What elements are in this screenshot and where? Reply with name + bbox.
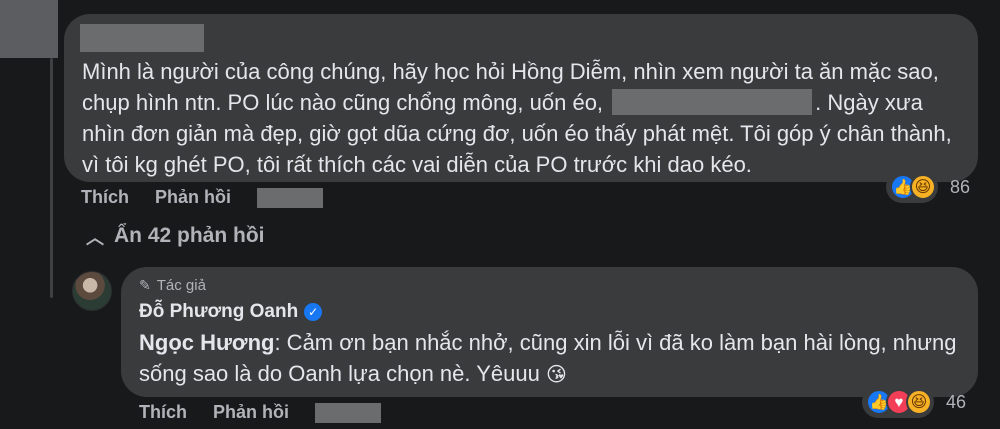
- reaction-count: 46: [946, 391, 967, 412]
- reply-actions: Thích Phản hồi: [139, 402, 381, 423]
- reaction-summary[interactable]: 👍 😆 86: [886, 171, 970, 203]
- redacted-text: [612, 89, 813, 115]
- commenter-name[interactable]: Đỗ Phương Oanh ✓: [139, 301, 323, 323]
- mention-link[interactable]: Ngọc Hương: [139, 330, 274, 355]
- comment-actions: Thích Phản hồi: [81, 187, 323, 208]
- toggle-label: Ẩn 42 phản hồi: [114, 224, 265, 247]
- redacted-timestamp: [315, 402, 381, 423]
- reaction-count: 86: [950, 176, 971, 197]
- comment-bubble: Mình là người của công chúng, hãy học hỏ…: [64, 14, 978, 182]
- reaction-summary[interactable]: 👍 ♥ 😆 46: [862, 386, 966, 418]
- like-button[interactable]: Thích: [81, 187, 129, 208]
- haha-icon: 😆: [910, 174, 936, 200]
- like-button[interactable]: Thích: [139, 402, 187, 423]
- commenter-name-text: Đỗ Phương Oanh: [139, 301, 299, 322]
- redacted-avatar: [0, 0, 58, 58]
- author-badge: ✎ Tác giả: [139, 277, 206, 294]
- haha-icon: 😆: [906, 389, 932, 415]
- comment-text: Mình là người của công chúng, hãy học hỏ…: [82, 56, 962, 180]
- author-badge-label: Tác giả: [156, 277, 206, 294]
- reply-button[interactable]: Phản hồi: [155, 187, 231, 208]
- chevron-up-icon: ︿: [86, 228, 104, 248]
- reply-text: Ngọc Hương: Cảm ơn bạn nhắc nhở, cũng xi…: [139, 327, 969, 391]
- reply-button[interactable]: Phản hồi: [213, 402, 289, 423]
- pen-icon: ✎: [139, 277, 151, 293]
- verified-icon: ✓: [304, 303, 323, 321]
- redacted-timestamp: [257, 187, 323, 208]
- kiss-emoji: 😘: [545, 364, 567, 386]
- thread-line: [50, 58, 53, 298]
- redacted-commenter-name: [80, 24, 204, 52]
- hide-replies-toggle[interactable]: ︿ Ẩn 42 phản hồi: [86, 223, 265, 249]
- avatar[interactable]: [72, 271, 112, 311]
- reply-bubble: ✎ Tác giả Đỗ Phương Oanh ✓ Ngọc Hương: C…: [121, 267, 978, 397]
